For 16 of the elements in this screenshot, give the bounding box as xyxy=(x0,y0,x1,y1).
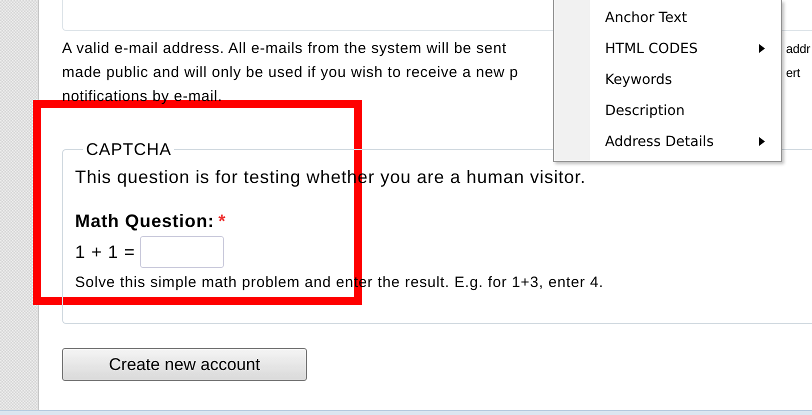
menu-item[interactable]: HTML CODES xyxy=(554,33,781,64)
field-label: Math Question: xyxy=(75,211,214,231)
menu-item[interactable]: Address Details xyxy=(554,126,781,157)
required-mark: * xyxy=(218,211,226,231)
menu-item[interactable]: Description xyxy=(554,95,781,126)
menu-item[interactable]: Keywords xyxy=(554,64,781,95)
help-text: made public and will only be used if you wish to receive a new p xyxy=(62,63,518,83)
answer-field[interactable] xyxy=(140,236,224,268)
help-text: addr xyxy=(786,41,810,58)
submenu-arrow-icon xyxy=(759,44,765,53)
help-text: A valid e-mail address. All e-mails from the system will be sent xyxy=(62,39,507,59)
menu-item[interactable]: Anchor Text xyxy=(554,2,781,33)
math-equation: 1 + 1 = xyxy=(75,242,136,262)
help-text: ert xyxy=(786,65,800,82)
create-account-button[interactable]: Create new account xyxy=(62,348,307,381)
submenu-arrow-icon xyxy=(759,137,765,146)
